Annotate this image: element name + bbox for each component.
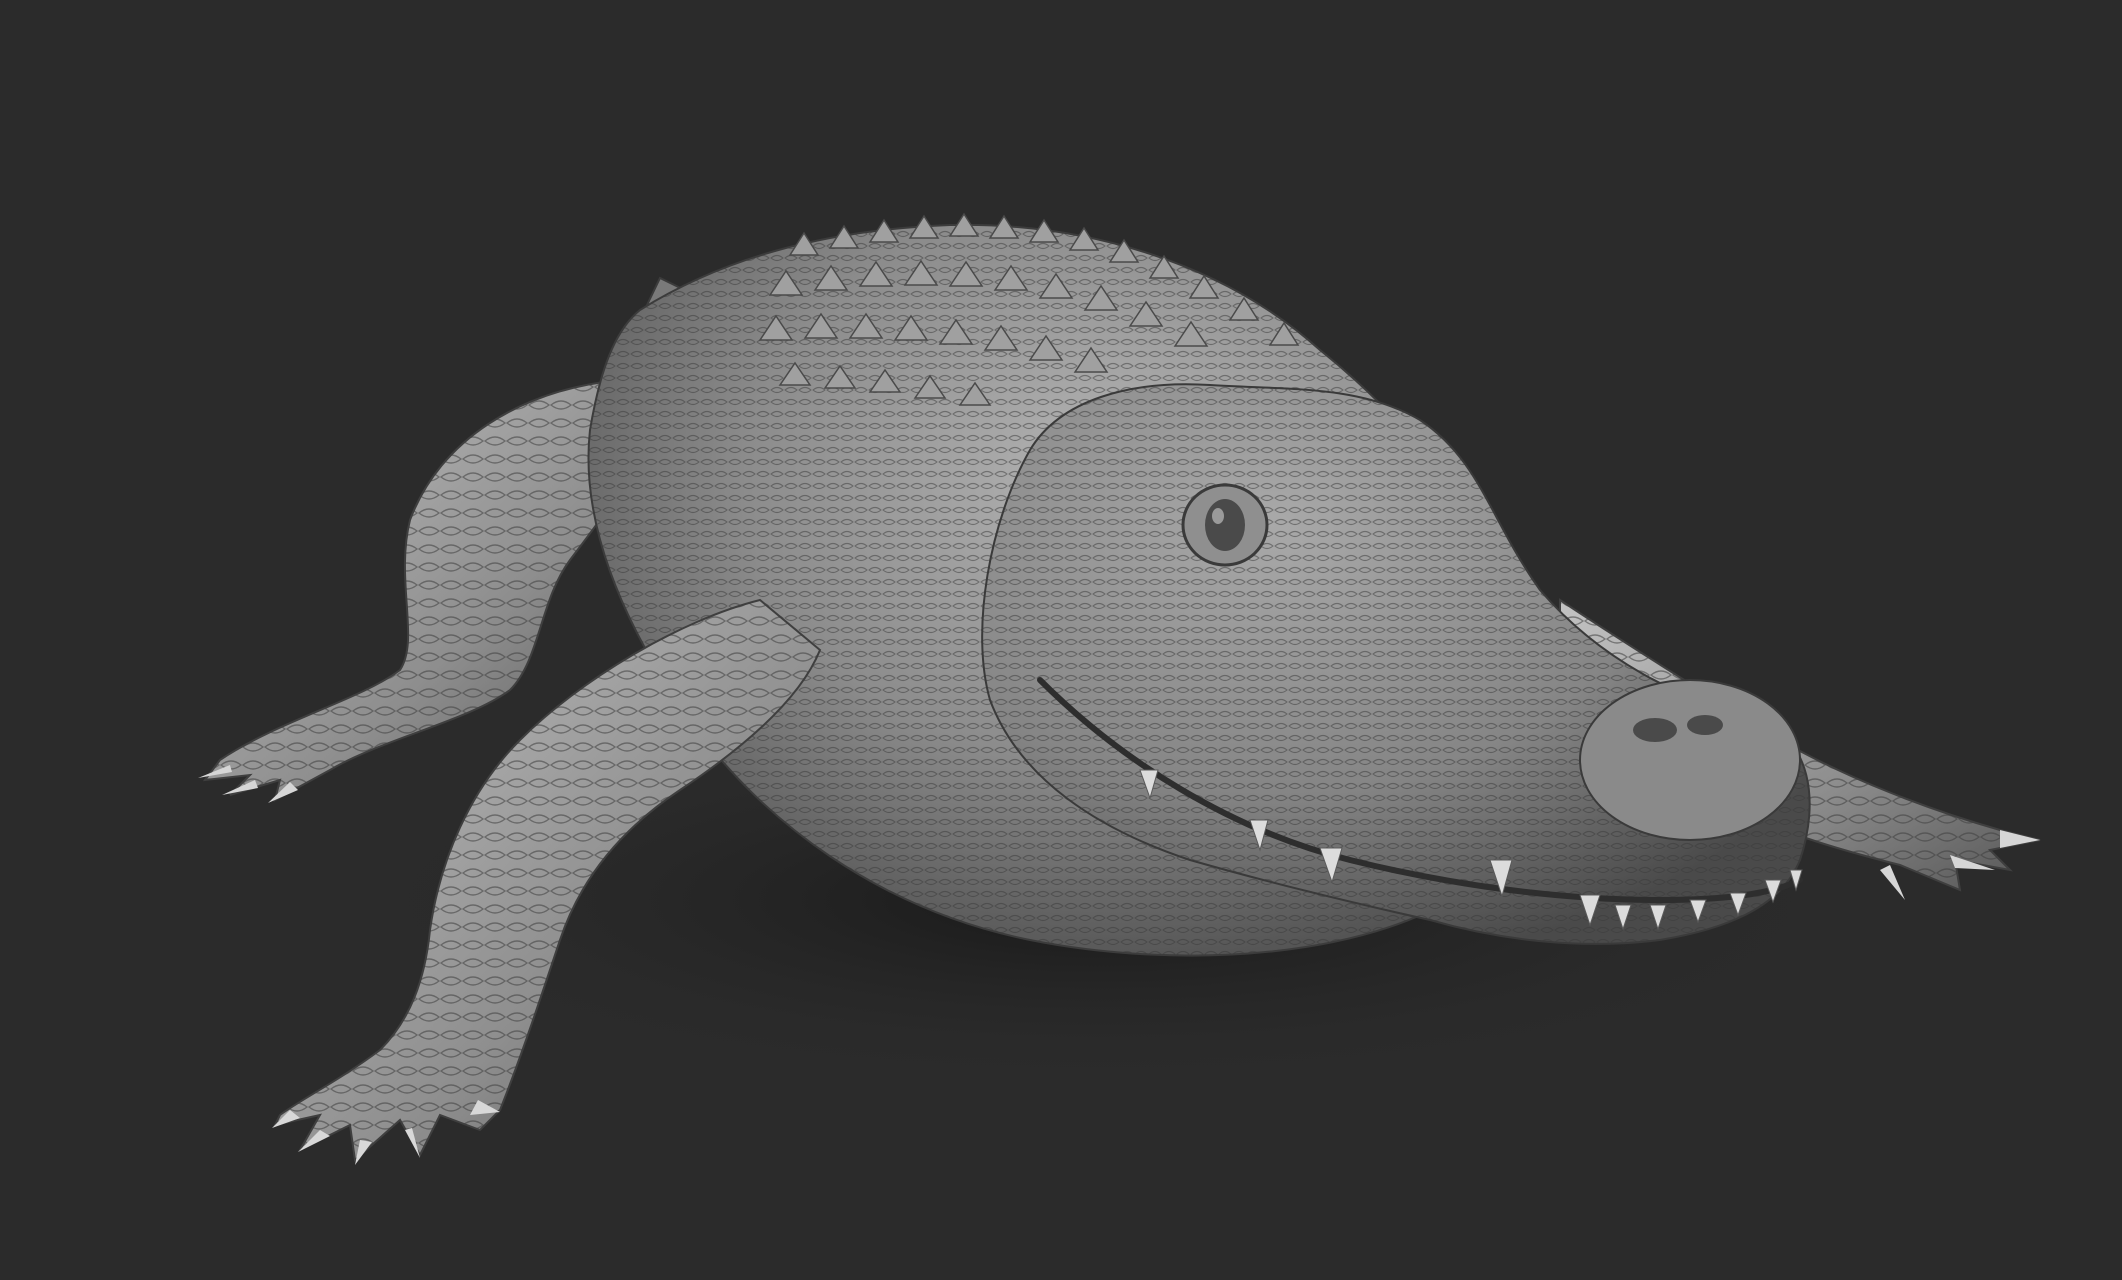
alligator-render (198, 212, 2041, 1165)
rear-right-claw (2000, 830, 2040, 848)
eye (1205, 499, 1245, 551)
render-viewport (0, 0, 2122, 1280)
snout-tip (1579, 679, 1801, 841)
nostril (1633, 718, 1677, 742)
